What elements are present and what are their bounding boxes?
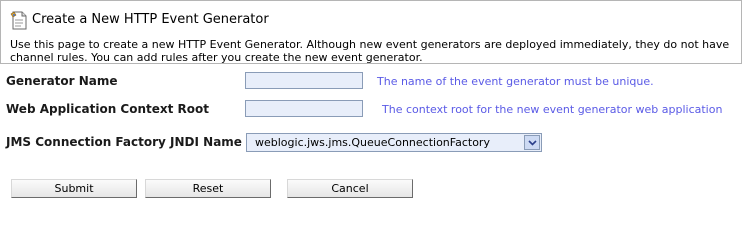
description-line-2: channel rules. You can add rules after y… [10, 51, 423, 64]
context-root-input[interactable] [245, 100, 363, 117]
page-title: Create a New HTTP Event Generator [32, 12, 269, 27]
page-title-row: Create a New HTTP Event Generator [10, 10, 269, 30]
generator-name-label: Generator Name [6, 74, 118, 88]
dropdown-arrow-button[interactable] [524, 135, 540, 150]
generator-document-icon [10, 11, 27, 29]
page-header: Create a New HTTP Event Generator Use th… [0, 0, 742, 64]
jms-factory-select[interactable]: weblogic.jws.jms.QueueConnectionFactory [246, 133, 542, 152]
jms-factory-selected-value: weblogic.jws.jms.QueueConnectionFactory [255, 136, 490, 149]
submit-button[interactable]: Submit [11, 179, 137, 198]
generator-name-hint: The name of the event generator must be … [377, 75, 654, 88]
page-description: Use this page to create a new HTTP Event… [10, 38, 744, 64]
chevron-down-icon [527, 139, 537, 146]
context-root-label: Web Application Context Root [6, 102, 210, 116]
generator-name-input[interactable] [245, 72, 363, 89]
jms-factory-label: JMS Connection Factory JNDI Name [6, 135, 242, 149]
description-line-1: Use this page to create a new HTTP Event… [10, 38, 730, 51]
context-root-hint: The context root for the new event gener… [382, 103, 723, 116]
cancel-button[interactable]: Cancel [287, 179, 413, 198]
reset-button[interactable]: Reset [145, 179, 271, 198]
